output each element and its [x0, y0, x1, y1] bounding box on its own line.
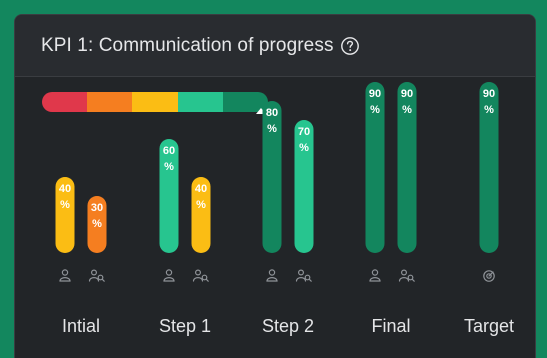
- bar-unit-label: %: [196, 199, 206, 211]
- bar-value-label: 90: [369, 88, 381, 100]
- bar-unit-label: %: [402, 104, 412, 116]
- category-label: Final: [371, 316, 410, 336]
- bar-unit-label: %: [370, 104, 380, 116]
- people-search-icon: [295, 269, 312, 282]
- person-icon: [59, 269, 71, 282]
- category-label: Step 2: [262, 316, 314, 336]
- people-search-icon: [88, 269, 105, 282]
- bar-value-label: 40: [59, 183, 71, 195]
- bar-unit-label: %: [299, 142, 309, 154]
- bar-step-2-2: [294, 120, 314, 253]
- category-label: Intial: [62, 316, 100, 336]
- category-label: Step 1: [159, 316, 211, 336]
- bar-unit-label: %: [60, 199, 70, 211]
- bar-value-label: 30: [91, 202, 103, 214]
- bar-value-label: 60: [163, 145, 175, 157]
- bar-value-label: 90: [483, 88, 495, 100]
- bar-unit-label: %: [484, 104, 494, 116]
- bar-value-label: 80: [266, 107, 278, 119]
- category-label: Target: [464, 316, 514, 336]
- target-icon: [483, 270, 495, 282]
- kpi-bar-chart: 40% 30% Intial 60% 40% Step 1 80% 70% Step 2 90% 9…: [55, 82, 514, 336]
- person-icon: [369, 269, 381, 282]
- bar-value-label: 90: [401, 88, 413, 100]
- bar-unit-label: %: [92, 218, 102, 230]
- bar-value-label: 70: [298, 126, 310, 138]
- kpi-card: KPI 1: Communication of progress 40% 30% I…: [14, 14, 536, 358]
- people-search-icon: [398, 269, 415, 282]
- person-icon: [163, 269, 175, 282]
- person-icon: [266, 269, 278, 282]
- people-search-icon: [192, 269, 209, 282]
- bar-value-label: 40: [195, 183, 207, 195]
- bar-unit-label: %: [267, 123, 277, 135]
- bar-unit-label: %: [164, 161, 174, 173]
